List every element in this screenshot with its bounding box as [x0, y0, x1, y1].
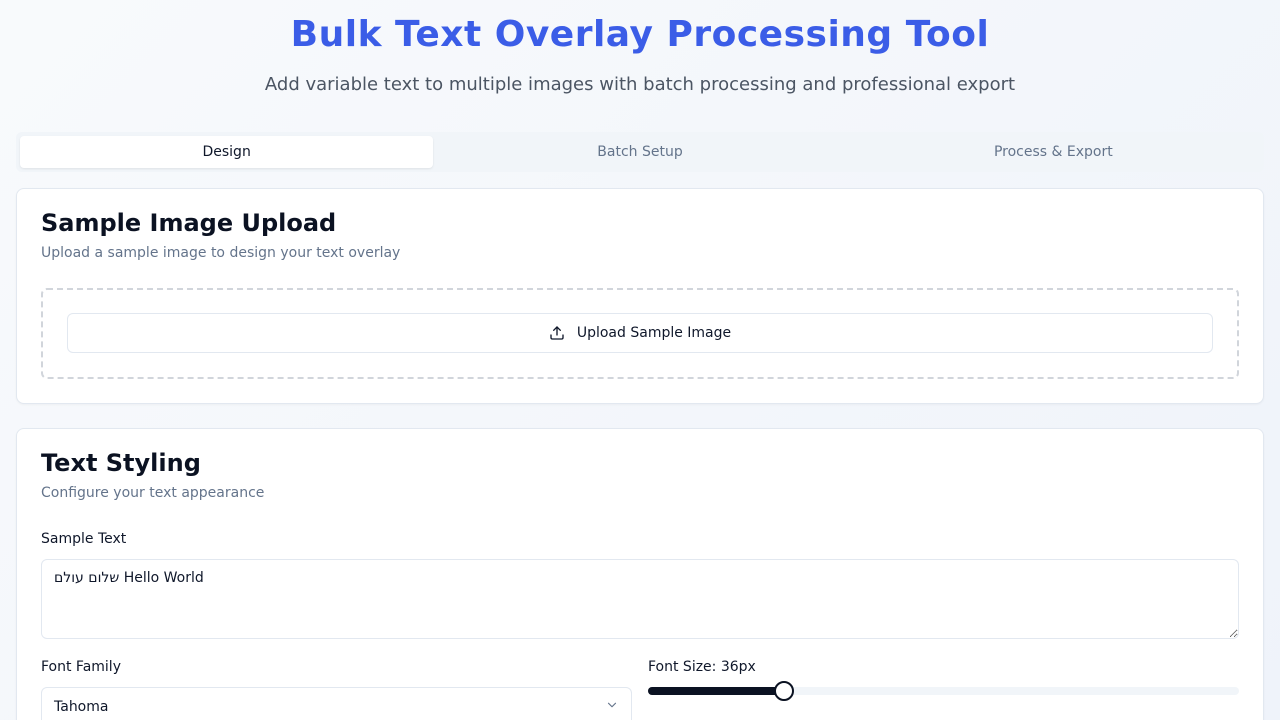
page-title: Bulk Text Overlay Processing Tool — [290, 14, 990, 55]
upload-sample-image-button[interactable]: Upload Sample Image — [67, 313, 1213, 353]
upload-card-description: Upload a sample image to design your tex… — [41, 245, 401, 261]
chevron-down-icon — [605, 698, 619, 716]
styling-card-title: Text Styling — [41, 449, 201, 477]
upload-card-title: Sample Image Upload — [41, 209, 337, 237]
upload-dropzone[interactable]: Upload Sample Image — [41, 288, 1239, 379]
upload-button-label: Upload Sample Image — [576, 325, 732, 341]
tab-design[interactable]: Design — [20, 136, 434, 168]
font-family-select[interactable]: Tahoma — [41, 687, 632, 720]
font-size-slider[interactable] — [648, 681, 1239, 701]
upload-icon — [549, 325, 565, 341]
font-size-label: Font Size: 36px — [648, 659, 756, 675]
styling-card-description: Configure your text appearance — [41, 485, 265, 501]
sample-text-input[interactable] — [41, 559, 1239, 639]
tab-batch-setup[interactable]: Batch Setup — [433, 136, 846, 168]
slider-thumb[interactable] — [773, 681, 794, 701]
slider-fill — [648, 687, 784, 695]
sample-image-upload-card: Sample Image Upload Upload a sample imag… — [16, 188, 1264, 404]
font-family-label: Font Family — [41, 659, 121, 675]
sample-text-label: Sample Text — [41, 531, 127, 547]
font-family-value: Tahoma — [54, 699, 109, 715]
tab-bar: Design Batch Setup Process & Export — [16, 132, 1264, 172]
text-styling-card: Text Styling Configure your text appeara… — [16, 428, 1264, 720]
tab-process-export[interactable]: Process & Export — [847, 136, 1260, 168]
page-subtitle: Add variable text to multiple images wit… — [264, 74, 1016, 95]
page: Bulk Text Overlay Processing Tool Add va… — [0, 0, 1280, 720]
